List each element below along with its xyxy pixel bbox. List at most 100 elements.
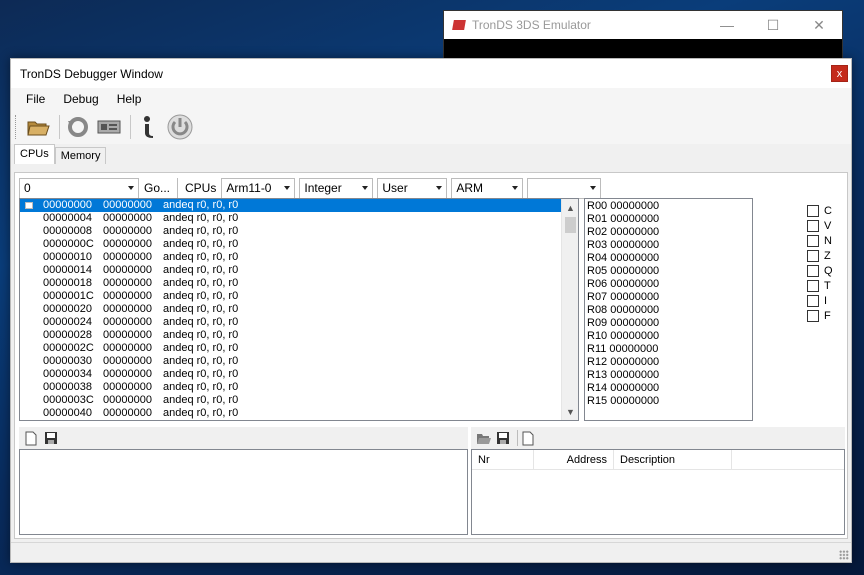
checkbox[interactable]: [807, 219, 819, 232]
disassembly-row[interactable]: 00000038 00000000 andeq r0, r0, r0: [20, 381, 578, 394]
checkbox[interactable]: [807, 249, 819, 262]
checkbox[interactable]: [807, 294, 819, 307]
breakpoint-checkbox[interactable]: [25, 202, 33, 209]
column-header-nr[interactable]: Nr: [472, 450, 534, 469]
register-row[interactable]: R15 00000000: [587, 395, 752, 408]
flag-checkbox-i[interactable]: I: [807, 293, 833, 308]
flag-checkbox-n[interactable]: N: [807, 233, 833, 248]
chevron-down-icon[interactable]: ▼: [562, 403, 578, 420]
disassembly-row[interactable]: 00000010 00000000 andeq r0, r0, r0: [20, 251, 578, 264]
checkbox[interactable]: [807, 204, 819, 217]
register-row[interactable]: R10 00000000: [587, 330, 752, 343]
menu-file[interactable]: File: [17, 92, 54, 106]
menu-help[interactable]: Help: [108, 92, 151, 106]
arch-select[interactable]: ARM: [451, 177, 524, 199]
disassembly-list[interactable]: 00000000 00000000 andeq r0, r0, r0 00000004…: [19, 198, 579, 421]
flag-checkbox-f[interactable]: F: [807, 308, 833, 323]
register-row[interactable]: R06 00000000: [587, 278, 752, 291]
cpu-select[interactable]: Arm11-0: [221, 177, 296, 199]
instruction-address: 00000014: [43, 264, 92, 276]
chevron-down-icon: [362, 185, 369, 190]
save-button[interactable]: [495, 430, 511, 446]
new-file-icon: [522, 431, 534, 445]
scroll-thumb[interactable]: [565, 217, 576, 233]
register-row[interactable]: R02 00000000: [587, 226, 752, 239]
register-row[interactable]: R05 00000000: [587, 265, 752, 278]
maximize-button[interactable]: ☐: [750, 17, 796, 34]
tab-memory[interactable]: Memory: [54, 147, 107, 164]
go-button[interactable]: Go...: [139, 178, 175, 199]
register-row[interactable]: R09 00000000: [587, 317, 752, 330]
disassembly-row[interactable]: 0000002C 00000000 andeq r0, r0, r0: [20, 342, 578, 355]
folder-icon: [27, 121, 50, 136]
disassembly-row[interactable]: 0000001C 00000000 andeq r0, r0, r0: [20, 290, 578, 303]
disassembly-row[interactable]: 00000024 00000000 andeq r0, r0, r0: [20, 316, 578, 329]
menu-debug[interactable]: Debug: [54, 92, 107, 106]
disassembly-row[interactable]: 0000000C 00000000 andeq r0, r0, r0: [20, 238, 578, 251]
instruction-address: 00000008: [43, 225, 92, 237]
breakpoints-list[interactable]: Nr Address Description: [471, 449, 845, 535]
column-header-address[interactable]: Address: [534, 450, 614, 469]
close-button[interactable]: ✕: [796, 17, 842, 34]
power-button[interactable]: [166, 113, 194, 141]
tab-cpus[interactable]: CPUs: [14, 144, 55, 164]
open-button[interactable]: [475, 430, 491, 446]
instruction-opcode: 00000000: [103, 329, 152, 341]
disassembly-row[interactable]: 00000014 00000000 andeq r0, r0, r0: [20, 264, 578, 277]
register-row[interactable]: R03 00000000: [587, 239, 752, 252]
menu-bar: File Debug Help: [11, 88, 851, 110]
checkbox[interactable]: [807, 279, 819, 292]
info-button[interactable]: [135, 113, 163, 141]
checkbox[interactable]: [807, 234, 819, 247]
extra-select[interactable]: [527, 177, 602, 199]
resize-grip[interactable]: [839, 550, 849, 560]
chevron-up-icon[interactable]: ▲: [562, 199, 578, 216]
disassembly-row[interactable]: 0000003C 00000000 andeq r0, r0, r0: [20, 394, 578, 407]
register-row[interactable]: R14 00000000: [587, 382, 752, 395]
disassembly-row[interactable]: 00000000 00000000 andeq r0, r0, r0: [20, 199, 578, 212]
memory-watch-area[interactable]: [19, 449, 468, 535]
disassembly-row[interactable]: 00000008 00000000 andeq r0, r0, r0: [20, 225, 578, 238]
registers-list[interactable]: R00 00000000 R01 00000000 R02 00000000 R03 …: [584, 198, 753, 421]
flag-checkbox-v[interactable]: V: [807, 218, 833, 233]
register-row[interactable]: R13 00000000: [587, 369, 752, 382]
new-file-button[interactable]: [520, 430, 536, 446]
cpu-select-value: Arm11-0: [226, 181, 272, 195]
disassembly-row[interactable]: 00000004 00000000 andeq r0, r0, r0: [20, 212, 578, 225]
instruction-address: 0000000C: [43, 238, 94, 250]
mode-select[interactable]: User: [377, 177, 448, 199]
register-row[interactable]: R08 00000000: [587, 304, 752, 317]
flag-checkbox-c[interactable]: C: [807, 203, 833, 218]
minimize-button[interactable]: —: [704, 17, 750, 34]
register-row[interactable]: R07 00000000: [587, 291, 752, 304]
flag-checkbox-q[interactable]: Q: [807, 263, 833, 278]
checkbox[interactable]: [807, 309, 819, 322]
register-row[interactable]: R11 00000000: [587, 343, 752, 356]
disassembly-row[interactable]: 00000028 00000000 andeq r0, r0, r0: [20, 329, 578, 342]
checkbox[interactable]: [807, 264, 819, 277]
disassembly-row[interactable]: 00000040 00000000 andeq r0, r0, r0: [20, 407, 578, 420]
memory-card-button[interactable]: [95, 113, 123, 141]
column-header-description[interactable]: Description: [614, 450, 732, 469]
close-button[interactable]: x: [831, 65, 848, 82]
open-folder-button[interactable]: [24, 113, 52, 141]
disassembly-row[interactable]: 00000030 00000000 andeq r0, r0, r0: [20, 355, 578, 368]
instruction-opcode: 00000000: [103, 407, 152, 419]
address-combo[interactable]: 0: [19, 177, 139, 199]
new-file-button[interactable]: [23, 430, 39, 446]
register-row[interactable]: R04 00000000: [587, 252, 752, 265]
flag-checkbox-z[interactable]: Z: [807, 248, 833, 263]
format-select[interactable]: Integer: [299, 177, 374, 199]
toolbar-grip: [15, 115, 18, 139]
register-row[interactable]: R01 00000000: [587, 213, 752, 226]
restart-button[interactable]: [64, 113, 92, 141]
register-row[interactable]: R00 00000000: [587, 200, 752, 213]
disassembly-row[interactable]: 00000034 00000000 andeq r0, r0, r0: [20, 368, 578, 381]
save-button[interactable]: [43, 430, 59, 446]
power-icon: [167, 114, 193, 140]
register-row[interactable]: R12 00000000: [587, 356, 752, 369]
disassembly-row[interactable]: 00000020 00000000 andeq r0, r0, r0: [20, 303, 578, 316]
flag-checkbox-t[interactable]: T: [807, 278, 833, 293]
disassembly-row[interactable]: 00000018 00000000 andeq r0, r0, r0: [20, 277, 578, 290]
disassembly-scrollbar[interactable]: ▲ ▼: [561, 199, 578, 420]
